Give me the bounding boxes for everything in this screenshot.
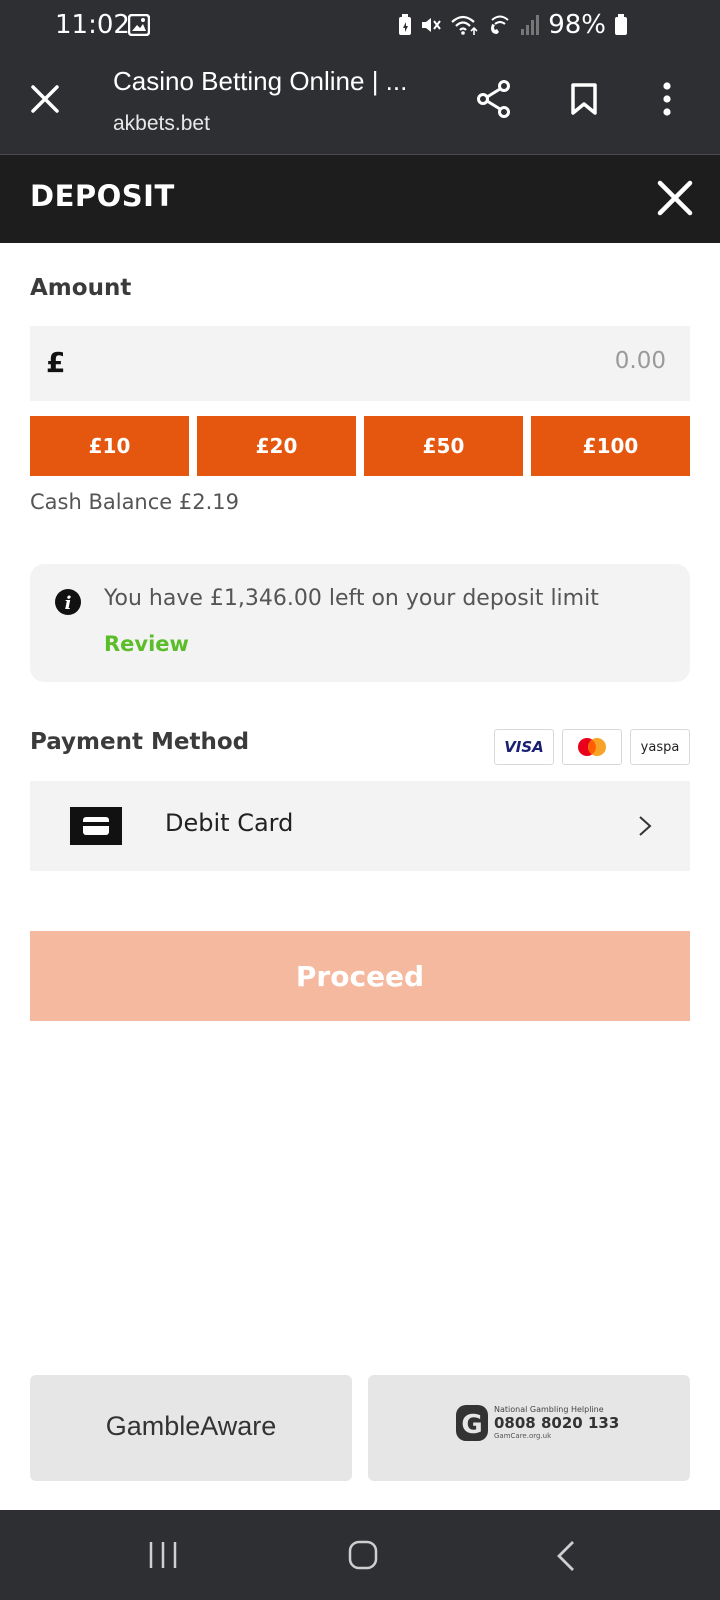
visa-logo-text: VISA (504, 738, 544, 756)
yaspa-logo-text: yaspa (640, 739, 680, 755)
deposit-limit-notice: i You have £1,346.00 left on your deposi… (30, 564, 690, 682)
debit-card-option[interactable]: Debit Card (30, 781, 690, 871)
chevron-right-icon (638, 815, 652, 841)
battery-percent: 98% (548, 9, 606, 40)
browser-toolbar: Casino Betting Online | ... akbets.bet (0, 50, 720, 155)
helpline-logo: G National Gambling Helpline 0808 8020 1… (456, 1405, 619, 1441)
back-icon[interactable] (556, 1540, 576, 1576)
cash-balance-value: £2.19 (178, 490, 240, 514)
status-time: 11:02 (55, 10, 130, 40)
battery-saver-icon (398, 14, 412, 40)
cash-balance-label: Cash Balance (30, 490, 173, 514)
helpline-phone: 0808 8020 133 (494, 1414, 620, 1432)
deposit-limit-text: You have £1,346.00 left on your deposit … (104, 586, 599, 611)
deposit-header: DEPOSIT (0, 155, 720, 243)
quick-amount-50-button[interactable]: £50 (364, 416, 523, 476)
deposit-title: DEPOSIT (30, 179, 175, 213)
gamcare-g-icon: G (456, 1405, 488, 1441)
debit-card-label: Debit Card (165, 809, 294, 837)
system-nav-bar (0, 1510, 720, 1600)
cash-balance: Cash Balance £2.19 (30, 490, 239, 514)
home-icon[interactable] (348, 1540, 378, 1574)
more-vertical-icon[interactable] (662, 82, 672, 120)
status-icons: 98% (398, 10, 628, 40)
wifi-calling-icon (488, 14, 512, 40)
helpline-site: GamCare.org.uk (494, 1432, 552, 1440)
helpline-banner[interactable]: G National Gambling Helpline 0808 8020 1… (368, 1375, 690, 1481)
bookmark-icon[interactable] (570, 82, 598, 120)
close-icon[interactable] (656, 179, 694, 221)
quick-amount-10-button[interactable]: £10 (30, 416, 189, 476)
gambleaware-banner[interactable]: GambleAware (30, 1375, 352, 1481)
debit-card-icon (70, 807, 122, 849)
recents-icon[interactable] (148, 1540, 178, 1574)
page-title: Casino Betting Online | ... (113, 66, 408, 96)
gallery-icon (127, 13, 151, 40)
signal-icon (520, 15, 540, 39)
payment-logos: VISA yaspa (494, 729, 690, 765)
share-icon[interactable] (476, 80, 512, 122)
visa-logo: VISA (494, 729, 554, 765)
info-icon: i (54, 588, 82, 620)
amount-input[interactable]: £ 0.00 (30, 326, 690, 401)
wifi-icon (450, 14, 480, 40)
currency-symbol: £ (46, 346, 66, 379)
quick-amount-100-button[interactable]: £100 (531, 416, 690, 476)
svg-text:i: i (65, 593, 72, 614)
amount-value: 0.00 (614, 348, 666, 374)
amount-label: Amount (30, 275, 132, 301)
page-url[interactable]: akbets.bet (113, 112, 210, 136)
battery-icon (614, 14, 628, 40)
helpline-title: National Gambling Helpline (494, 1405, 604, 1414)
svg-text:G: G (461, 1410, 482, 1440)
quick-amount-20-button[interactable]: £20 (197, 416, 356, 476)
gambleaware-logo: GambleAware (105, 1411, 277, 1441)
close-icon[interactable] (30, 84, 60, 118)
mute-icon (420, 14, 442, 40)
status-bar: 11:02 98% (0, 0, 720, 50)
yaspa-logo: yaspa (630, 729, 690, 765)
proceed-button[interactable]: Proceed (30, 931, 690, 1021)
payment-method-label: Payment Method (30, 729, 250, 755)
mastercard-logo (562, 729, 622, 765)
review-link[interactable]: Review (104, 632, 189, 656)
